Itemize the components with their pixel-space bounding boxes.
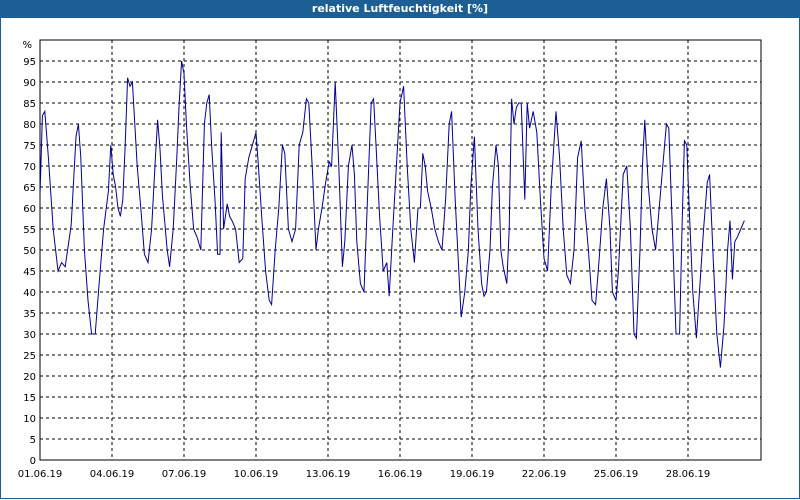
y-tick-label: 50 xyxy=(23,246,36,257)
y-tick-label: 25 xyxy=(23,351,36,362)
y-tick-label: 60 xyxy=(23,204,36,215)
y-tick-label: 55 xyxy=(23,225,36,236)
y-tick-label: 85 xyxy=(23,99,36,110)
x-tick-label: 04.06.19 xyxy=(90,469,135,480)
y-tick-label: 10 xyxy=(23,414,36,425)
x-tick-label: 01.06.19 xyxy=(18,469,63,480)
x-tick-label: 22.06.19 xyxy=(522,469,567,480)
humidity-chart: 0 5 10 15 20 25 30 35 40 45 50 55 60 65 70 75 80 85 90 95 %… xyxy=(18,39,762,480)
y-tick-label: 45 xyxy=(23,267,36,278)
y-tick-label: 20 xyxy=(23,372,36,383)
y-tick-label: 0 xyxy=(30,456,36,467)
x-tick-label: 10.06.19 xyxy=(234,469,279,480)
x-tick-label: 28.06.19 xyxy=(666,469,711,480)
y-tick-label: 90 xyxy=(23,78,36,89)
y-axis-ticks: 0 5 10 15 20 25 30 35 40 45 50 55 60 65 70 75 80 85 90 95 xyxy=(23,57,36,467)
y-axis-unit-label: % xyxy=(22,40,32,51)
y-tick-label: 75 xyxy=(23,141,36,152)
y-tick-label: 65 xyxy=(23,183,36,194)
y-tick-label: 95 xyxy=(23,57,36,68)
x-tick-label: 16.06.19 xyxy=(378,469,423,480)
x-tick-label: 07.06.19 xyxy=(162,469,207,480)
y-tick-label: 70 xyxy=(23,162,36,173)
x-axis-ticks: 01.06.19 04.06.19 07.06.19 10.06.19 13.06.19… xyxy=(18,469,711,480)
y-tick-label: 40 xyxy=(23,288,36,299)
y-tick-label: 30 xyxy=(23,330,36,341)
x-tick-label: 25.06.19 xyxy=(594,469,639,480)
humidity-series-line xyxy=(39,60,745,368)
y-tick-label: 15 xyxy=(23,393,36,404)
x-tick-label: 19.06.19 xyxy=(450,469,495,480)
y-tick-label: 5 xyxy=(30,435,36,446)
y-tick-label: 80 xyxy=(23,120,36,131)
x-tick-label: 13.06.19 xyxy=(306,469,351,480)
y-tick-label: 35 xyxy=(23,309,36,320)
